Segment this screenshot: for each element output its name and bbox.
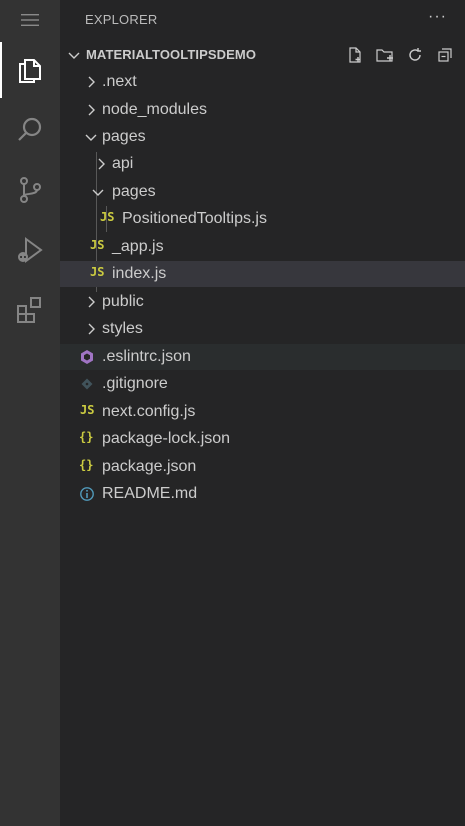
chevron-down-icon — [90, 184, 106, 205]
tree-item-label: _app.js — [112, 238, 164, 255]
chevron-right-icon — [83, 321, 99, 342]
section-actions — [343, 44, 457, 66]
tree-item-node-modules[interactable]: node_modules — [60, 97, 465, 123]
tree-item-label: README.md — [102, 485, 198, 502]
tree-item-package-lock[interactable]: {} package-lock.json — [60, 426, 465, 452]
tree-item-api[interactable]: api — [60, 151, 465, 177]
chevron-down-icon — [83, 129, 99, 150]
js-file-icon: JS — [90, 238, 105, 252]
tree-item-label: package-lock.json — [102, 430, 231, 447]
json-file-icon: {} — [79, 458, 94, 472]
js-file-icon: JS — [80, 403, 95, 417]
tree-item-readme[interactable]: README.md — [60, 481, 465, 507]
project-name: MATERIALTOOLTIPSDEMO — [86, 47, 257, 62]
tree-item-label: pages — [102, 128, 146, 145]
explorer-sidebar: EXPLORER ··· MATERIALTOOLTIPSDEMO .next … — [60, 0, 465, 826]
chevron-right-icon — [83, 102, 99, 123]
tree-item-styles[interactable]: styles — [60, 316, 465, 342]
tree-item-pages-inner[interactable]: pages — [60, 179, 465, 205]
refresh-icon[interactable] — [403, 44, 427, 66]
tree-item-app-js[interactable]: JS _app.js — [60, 234, 465, 260]
activity-bar — [0, 0, 60, 826]
tree-item-label: package.json — [102, 458, 197, 475]
tree-item-label: next.config.js — [102, 403, 196, 420]
tree-item-label: styles — [102, 320, 143, 337]
more-actions-icon[interactable]: ··· — [428, 8, 447, 26]
tree-item-label: pages — [112, 183, 156, 200]
json-file-icon: {} — [79, 430, 94, 444]
js-file-icon: JS — [100, 210, 115, 224]
tree-item-gitignore[interactable]: .gitignore — [60, 371, 465, 397]
source-control-icon[interactable] — [0, 162, 60, 218]
chevron-right-icon — [83, 74, 99, 95]
eslint-icon — [79, 349, 95, 370]
tree-item-label: .eslintrc.json — [102, 348, 191, 365]
tree-item-label: public — [102, 293, 144, 310]
git-icon — [81, 377, 93, 395]
new-folder-icon[interactable] — [373, 44, 397, 66]
search-icon[interactable] — [0, 102, 60, 158]
explorer-icon[interactable] — [0, 42, 60, 98]
js-file-icon: JS — [90, 265, 105, 279]
tree-item-next-config[interactable]: JS next.config.js — [60, 399, 465, 425]
tree-item-package-json[interactable]: {} package.json — [60, 454, 465, 480]
tree-item-label: node_modules — [102, 101, 207, 118]
tree-item-label: .gitignore — [102, 375, 168, 392]
tree-item-label: api — [112, 155, 134, 172]
tree-item-index-js[interactable]: JS index.js — [60, 261, 465, 287]
tree-item-positioned-tooltips[interactable]: JS PositionedTooltips.js — [60, 206, 465, 232]
chevron-down-icon — [66, 47, 82, 68]
run-debug-icon[interactable] — [0, 222, 60, 278]
info-icon — [79, 486, 95, 507]
tree-item-pages[interactable]: pages — [60, 124, 465, 150]
new-file-icon[interactable] — [343, 44, 367, 66]
tree-item-label: .next — [102, 73, 137, 90]
project-section-header[interactable]: MATERIALTOOLTIPSDEMO — [60, 42, 465, 68]
chevron-right-icon — [83, 294, 99, 315]
tree-item-public[interactable]: public — [60, 289, 465, 315]
menu-icon[interactable] — [0, 0, 60, 40]
extensions-icon[interactable] — [0, 282, 60, 338]
collapse-all-icon[interactable] — [433, 44, 457, 66]
chevron-right-icon — [93, 156, 109, 177]
tree-item-label: index.js — [112, 265, 167, 282]
tree-item-label: PositionedTooltips.js — [122, 210, 267, 227]
tree-item-eslintrc[interactable]: .eslintrc.json — [60, 344, 465, 370]
tree-item-next[interactable]: .next — [60, 69, 465, 95]
explorer-title: EXPLORER — [85, 12, 158, 27]
